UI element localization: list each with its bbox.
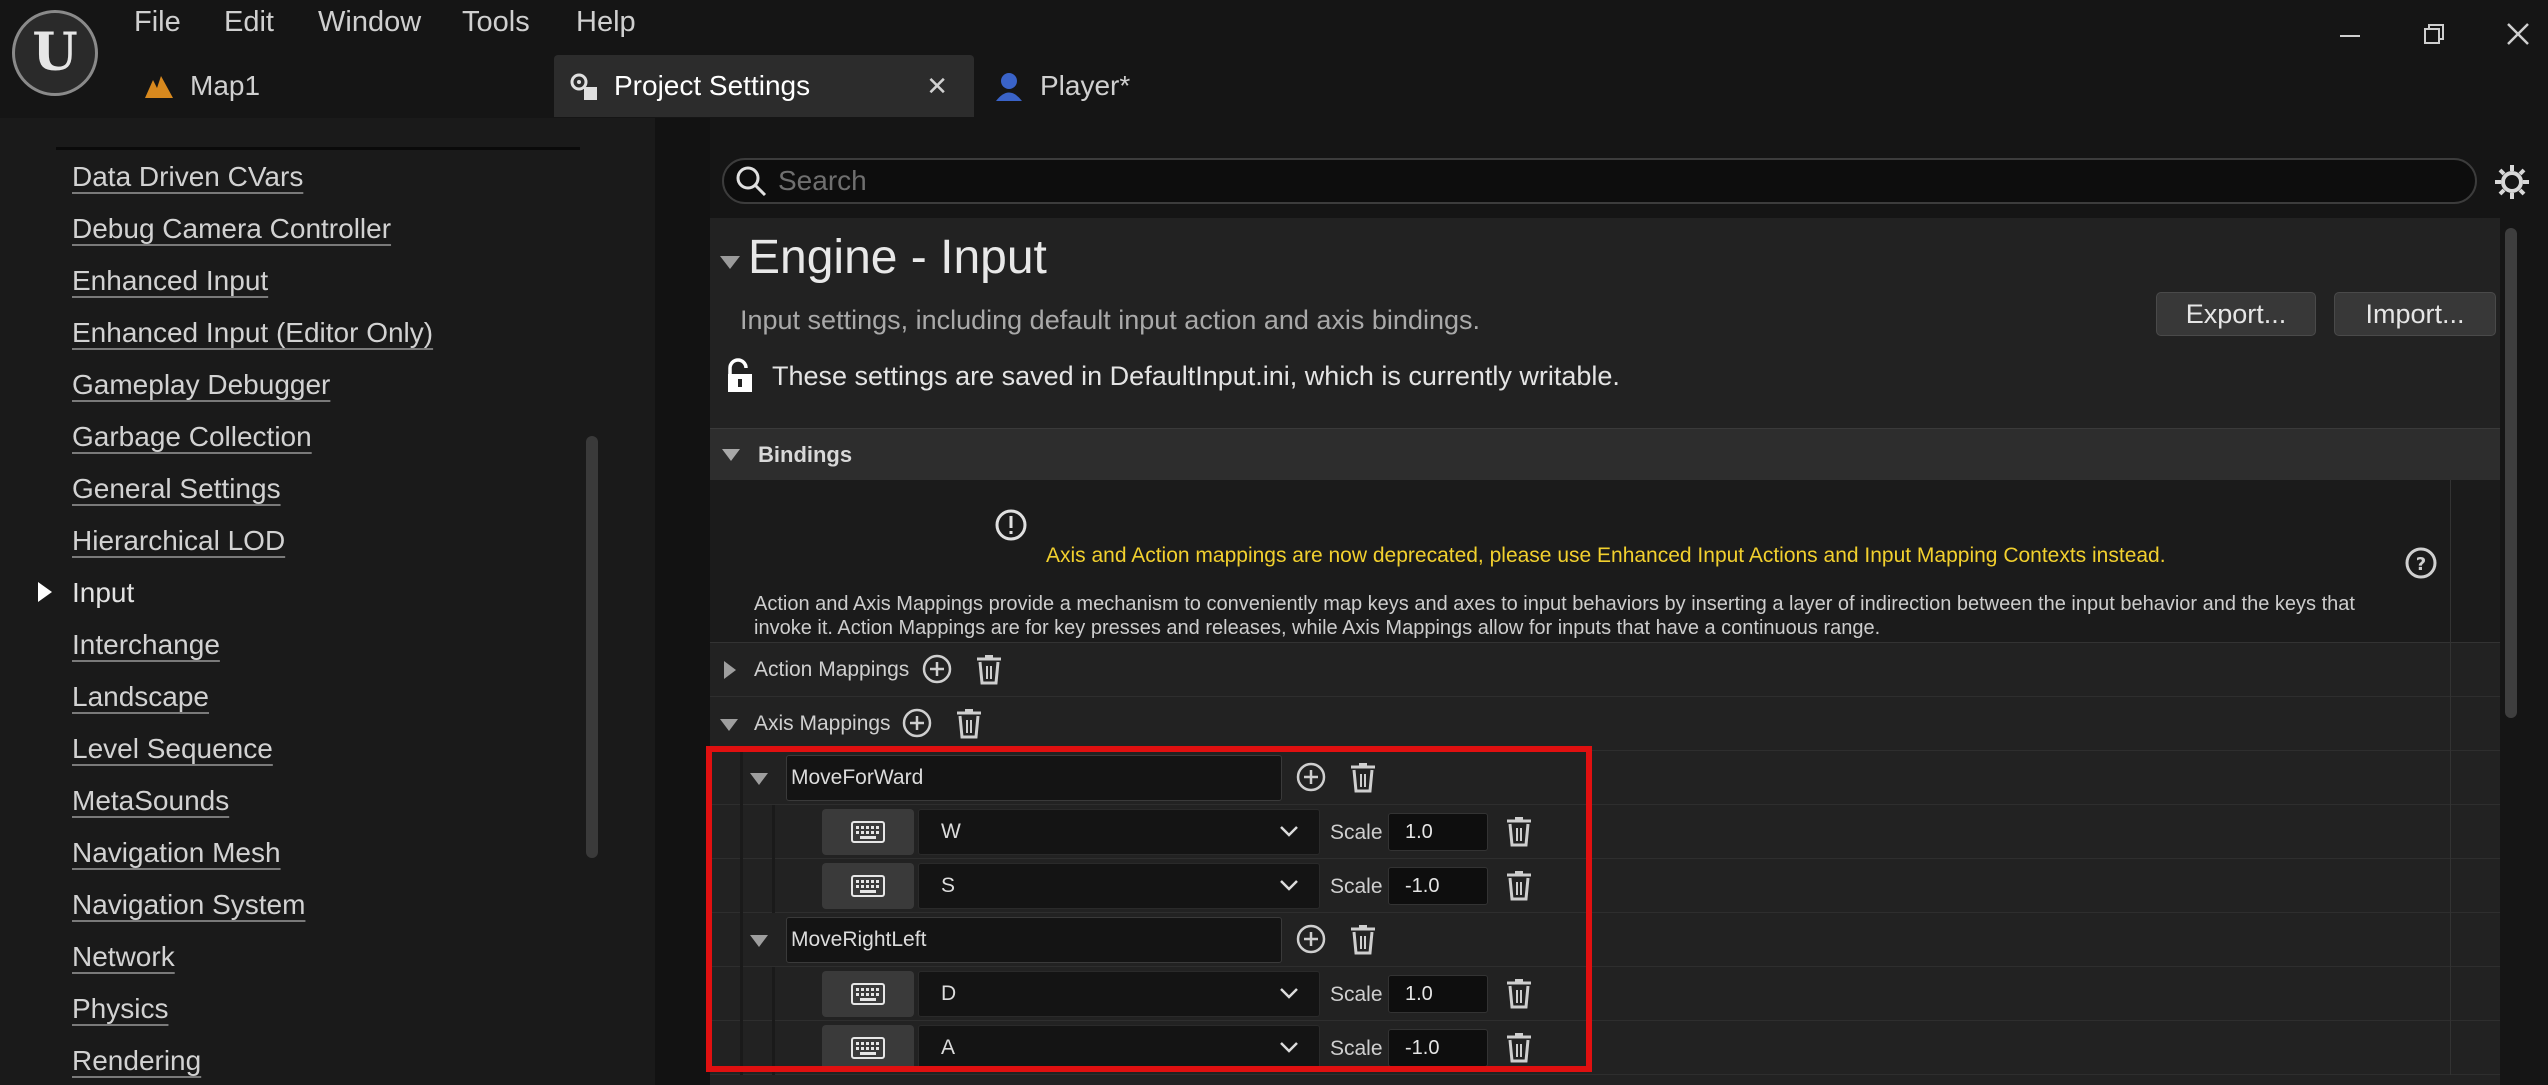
writable-note: These settings are saved in DefaultInput… <box>772 360 1620 391</box>
add-icon[interactable] <box>920 652 954 686</box>
sidebar-item-physics[interactable]: Physics <box>72 993 168 1025</box>
unreal-logo-icon[interactable]: U <box>12 10 98 96</box>
highlight-box <box>706 746 1592 1072</box>
collapse-arrow-icon[interactable] <box>720 256 740 269</box>
sidebar-item-gameplay-debugger[interactable]: Gameplay Debugger <box>72 369 330 401</box>
search-bar <box>722 158 2477 204</box>
minimize-icon[interactable] <box>2330 14 2370 54</box>
collapse-arrow-icon <box>722 448 740 461</box>
search-input[interactable] <box>778 165 2378 197</box>
menu-edit[interactable]: Edit <box>224 6 274 39</box>
delete-icon[interactable] <box>972 652 1006 686</box>
details-scrollbar[interactable] <box>2505 228 2517 718</box>
menu-tools[interactable]: Tools <box>462 6 530 39</box>
tab-player[interactable]: Player* <box>992 55 1130 117</box>
restore-icon[interactable] <box>2414 14 2454 54</box>
panel-gutter <box>655 118 710 1085</box>
section-title: Engine - Input <box>748 231 1047 284</box>
delete-icon[interactable] <box>952 706 986 740</box>
sidebar-scrollbar[interactable] <box>586 436 598 858</box>
action-mappings-label: Action Mappings <box>754 658 910 681</box>
title-bar: U File Edit Window Tools Help Map1 Proje… <box>0 0 2548 118</box>
action-mappings-row: Action Mappings <box>710 643 2500 697</box>
mappings-description: Action and Axis Mappings provide a mecha… <box>754 593 2355 639</box>
section-description: Input settings, including default input … <box>740 305 1480 335</box>
unlock-icon[interactable] <box>724 358 758 394</box>
sidebar-item-debug-camera-controller[interactable]: Debug Camera Controller <box>72 213 391 245</box>
tab-label: Player* <box>1040 70 1131 101</box>
bindings-title: Bindings <box>758 441 853 467</box>
add-icon[interactable] <box>900 706 934 740</box>
sidebar-item-general-settings[interactable]: General Settings <box>72 473 281 505</box>
sidebar-item-navigation-system[interactable]: Navigation System <box>72 889 305 921</box>
blueprint-pawn-icon <box>992 69 1026 103</box>
sidebar-item-input[interactable]: Input <box>72 577 134 609</box>
sidebar-item-enhanced-input-editor[interactable]: Enhanced Input (Editor Only) <box>72 317 433 349</box>
search-icon <box>736 166 767 197</box>
export-button[interactable]: Export... <box>2156 292 2316 336</box>
settings-category-list: Data Driven CVars Debug Camera Controlle… <box>0 118 655 1085</box>
menu-help[interactable]: Help <box>576 6 636 39</box>
tab-label: Project Settings <box>614 70 811 101</box>
sidebar-item-navigation-mesh[interactable]: Navigation Mesh <box>72 837 281 869</box>
sidebar-item-network[interactable]: Network <box>72 941 175 973</box>
import-button[interactable]: Import... <box>2334 292 2496 336</box>
sidebar-item-rendering[interactable]: Rendering <box>72 1045 201 1077</box>
close-window-icon[interactable] <box>2498 14 2538 54</box>
expand-arrow-icon[interactable] <box>724 661 736 679</box>
menu-window[interactable]: Window <box>318 6 421 39</box>
sidebar-item-level-sequence[interactable]: Level Sequence <box>72 733 273 765</box>
deprecation-notice: Axis and Action mappings are now depreca… <box>710 480 2500 643</box>
divider <box>56 147 580 150</box>
bindings-category-header[interactable]: Bindings <box>710 428 2500 480</box>
tab-label: Map1 <box>190 70 261 101</box>
menu-file[interactable]: File <box>134 6 181 39</box>
tab-project-settings[interactable]: Project Settings ✕ <box>554 55 974 117</box>
sidebar-item-data-driven-cvars[interactable]: Data Driven CVars <box>72 161 303 193</box>
level-icon <box>142 69 176 103</box>
sidebar-item-metasounds[interactable]: MetaSounds <box>72 785 229 817</box>
selected-arrow-icon <box>38 582 52 602</box>
sidebar-item-hierarchical-lod[interactable]: Hierarchical LOD <box>72 525 285 557</box>
collapse-arrow-icon[interactable] <box>720 719 738 731</box>
tab-map1[interactable]: Map1 <box>142 55 260 117</box>
axis-mappings-label: Axis Mappings <box>754 712 891 735</box>
sidebar-item-enhanced-input[interactable]: Enhanced Input <box>72 265 268 297</box>
help-icon[interactable]: ? <box>2404 546 2438 580</box>
writable-status: These settings are saved in DefaultInput… <box>724 358 1620 394</box>
axis-mappings-row: Axis Mappings <box>710 697 2500 751</box>
sidebar-item-interchange[interactable]: Interchange <box>72 629 220 661</box>
warning-icon <box>995 509 1027 541</box>
svg-text:?: ? <box>2416 554 2426 575</box>
deprecation-warning: Axis and Action mappings are now depreca… <box>1046 544 2166 567</box>
sidebar-item-landscape[interactable]: Landscape <box>72 681 209 713</box>
sidebar-item-garbage-collection[interactable]: Garbage Collection <box>72 421 312 453</box>
settings-icon <box>566 69 600 103</box>
close-tab-icon[interactable]: ✕ <box>926 71 948 102</box>
gear-icon[interactable] <box>2492 162 2532 202</box>
